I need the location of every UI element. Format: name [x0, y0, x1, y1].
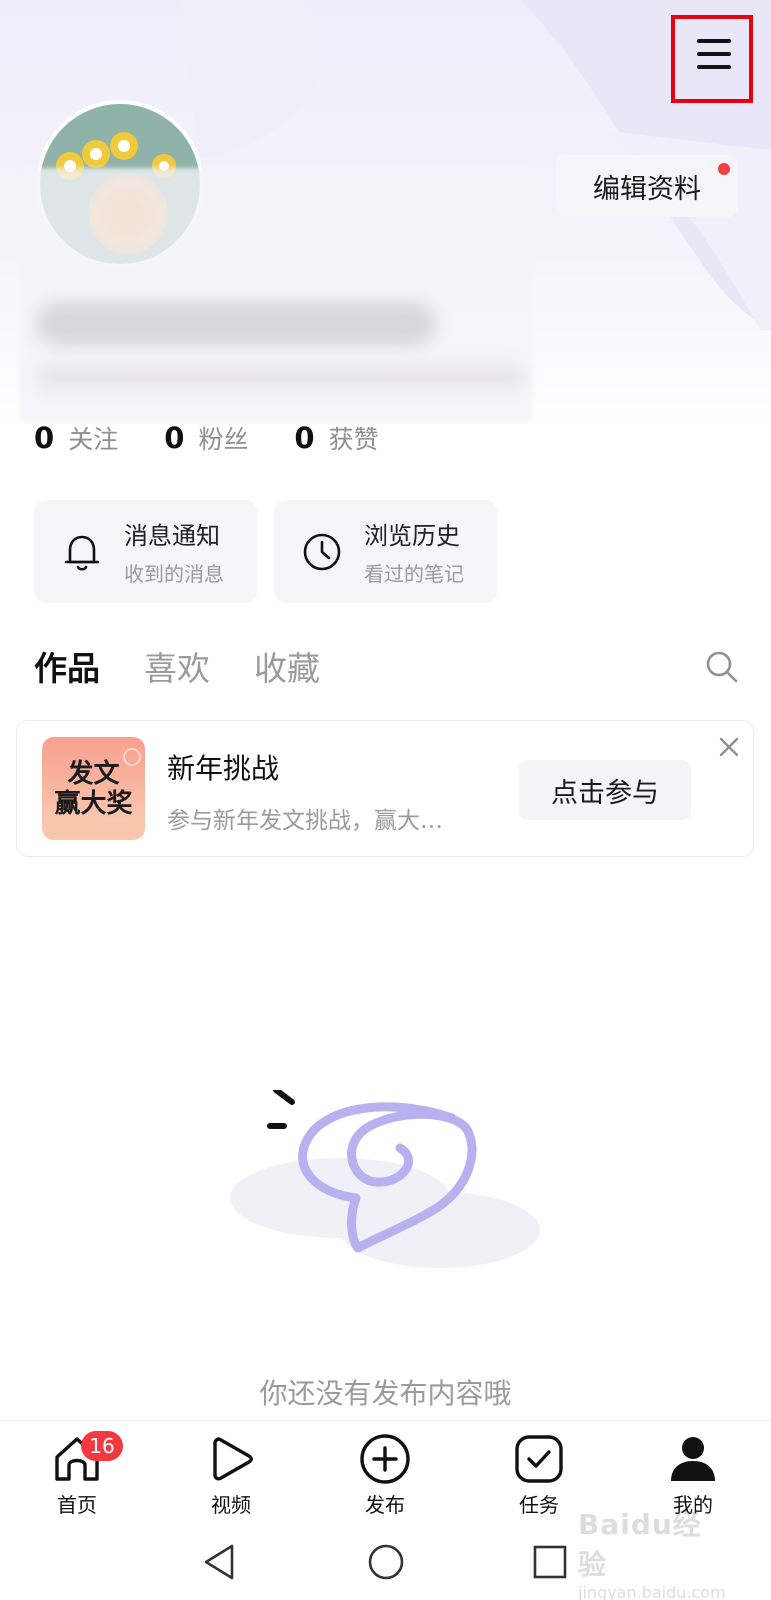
promo-image-text-1: 发文	[67, 759, 120, 789]
content-tabs: 作品 喜欢 收藏	[34, 640, 364, 692]
stat-followers-count: 0	[164, 421, 185, 455]
stat-following-count: 0	[34, 421, 55, 455]
promo-image: 发文 赢大奖	[42, 737, 145, 840]
plus-circle-icon	[360, 1434, 410, 1484]
task-check-icon	[515, 1435, 563, 1483]
promo-description: 参与新年发文挑战，赢大…	[167, 808, 443, 834]
nav-publish-label: 发布	[365, 1493, 405, 1517]
stat-likes-label: 获赞	[328, 425, 379, 454]
history-title: 浏览历史	[364, 522, 460, 550]
promo-card[interactable]: 发文 赢大奖 新年挑战 参与新年发文挑战，赢大… 点击参与	[16, 720, 754, 857]
watermark: Baidu经验 jingyan.baidu.com	[578, 1503, 728, 1600]
stat-following[interactable]: 0 关注	[34, 420, 118, 456]
nav-video-label: 视频	[211, 1493, 251, 1517]
profile-stats: 0 关注 0 粉丝 0 获赞	[34, 418, 425, 458]
hamburger-menu-icon	[697, 39, 731, 43]
hamburger-menu-icon-bar	[697, 65, 731, 69]
stat-likes[interactable]: 0 获赞	[294, 420, 378, 456]
nav-video[interactable]: 视频	[181, 1431, 281, 1519]
stat-followers-label: 粉丝	[198, 425, 249, 454]
promo-title: 新年挑战	[167, 752, 280, 785]
tab-works[interactable]: 作品	[34, 642, 100, 690]
nav-publish[interactable]: 发布	[335, 1431, 435, 1519]
stat-followers[interactable]: 0 粉丝	[164, 420, 248, 456]
nav-tasks-label: 任务	[519, 1493, 559, 1517]
clock-icon	[303, 533, 341, 570]
history-shortcut[interactable]: 浏览历史 看过的笔记	[274, 500, 497, 603]
home-circle-icon[interactable]	[366, 1542, 406, 1582]
search-icon[interactable]	[705, 650, 739, 684]
notifications-subtitle: 收到的消息	[124, 562, 224, 586]
nav-home[interactable]: 16 首页	[27, 1431, 127, 1519]
user-icon	[671, 1437, 715, 1481]
blurred-username	[36, 302, 436, 346]
nav-tasks[interactable]: 任务	[489, 1431, 589, 1519]
tab-favorites[interactable]: 收藏	[254, 642, 320, 690]
empty-state-illustration	[230, 1090, 540, 1268]
tab-likes[interactable]: 喜欢	[144, 642, 210, 690]
notifications-shortcut[interactable]: 消息通知 收到的消息	[34, 500, 257, 603]
edit-profile-label: 编辑资料	[593, 173, 701, 205]
edit-profile-button[interactable]: 编辑资料	[556, 155, 738, 217]
promo-image-text-2: 赢大奖	[54, 789, 133, 819]
menu-button[interactable]	[671, 15, 753, 103]
history-text: 浏览历史 看过的笔记	[364, 516, 464, 587]
recent-apps-icon[interactable]	[530, 1542, 570, 1582]
bell-icon	[64, 535, 100, 571]
notifications-title: 消息通知	[124, 522, 220, 550]
promo-join-button[interactable]: 点击参与	[519, 760, 691, 820]
nav-home-label: 首页	[57, 1493, 97, 1517]
hamburger-menu-icon-bar	[697, 52, 731, 56]
empty-state-message: 你还没有发布内容哦	[259, 1377, 512, 1410]
notification-dot	[718, 163, 730, 175]
home-badge: 16	[81, 1431, 123, 1461]
blurred-user-id	[36, 364, 526, 390]
close-icon[interactable]	[717, 735, 741, 759]
play-icon	[213, 1437, 253, 1481]
notifications-text: 消息通知 收到的消息	[124, 516, 224, 587]
watermark-logo: Baidu经验	[578, 1508, 702, 1581]
stat-likes-count: 0	[294, 421, 315, 455]
stat-following-label: 关注	[68, 425, 119, 454]
watermark-url: jingyan.baidu.com	[578, 1583, 726, 1600]
history-subtitle: 看过的笔记	[364, 562, 464, 586]
back-triangle-icon[interactable]	[200, 1542, 240, 1582]
